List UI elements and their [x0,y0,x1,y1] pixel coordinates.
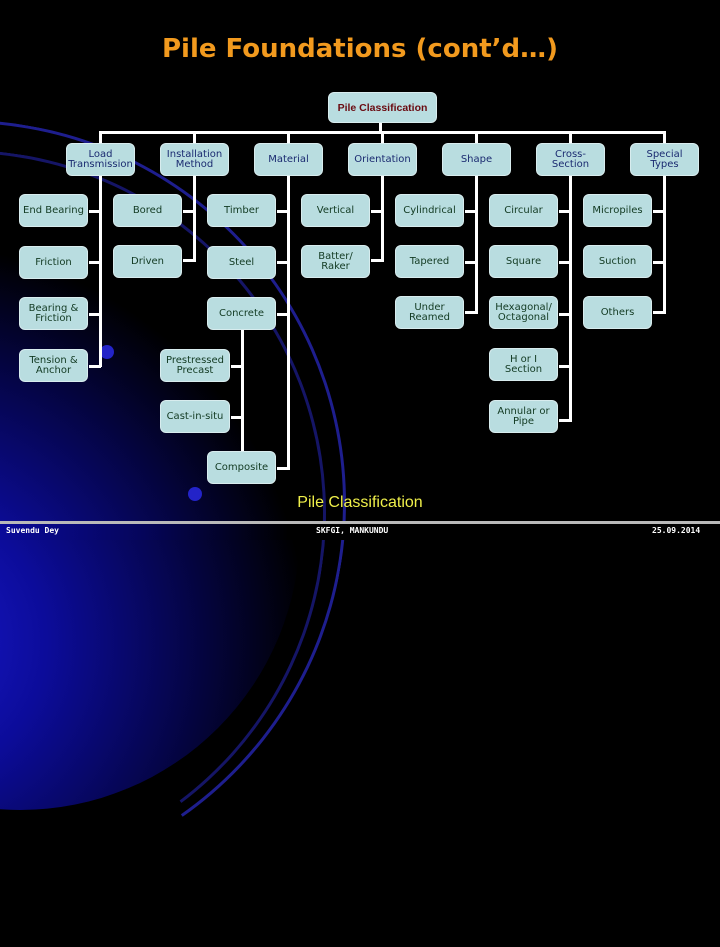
child-node: Hexagonal/ Octagonal [489,296,558,329]
connector-line [381,176,384,262]
connector-line [241,330,244,467]
child-node: Concrete [207,297,276,330]
connector-line [183,210,195,213]
child-node: Annular or Pipe [489,400,558,433]
connector-line [193,176,196,262]
child-node: H or I Section [489,348,558,381]
child-node: Driven [113,245,182,278]
category-node-cross-section: Cross-Section [536,143,605,176]
category-node-orientation: Orientation [348,143,417,176]
connector-line [559,210,571,213]
connector-line [193,131,196,143]
connector-line [99,131,102,143]
connector-line [559,261,571,264]
child-node: Tapered [395,245,464,278]
connector-line [663,176,666,314]
child-node: Friction [19,246,88,279]
footer-institution: SKFGI, MANKUNDU [316,526,389,535]
connector-line [89,261,101,264]
connector-line [89,210,101,213]
connector-line [371,210,383,213]
connector-line [99,176,102,367]
figure-caption: Pile Classification [297,494,423,511]
connector-line [371,259,383,262]
connector-line [231,416,243,419]
connector-line [653,261,665,264]
connector-line [653,311,665,314]
connector-line [277,261,289,264]
child-node: Steel [207,246,276,279]
child-node: Under Reamed [395,296,464,329]
child-node: Micropiles [583,194,652,227]
connector-line [231,365,243,368]
child-node: Bored [113,194,182,227]
connector-line [559,365,571,368]
child-node: End Bearing [19,194,88,227]
connector-line [465,210,477,213]
connector-line [287,176,290,470]
connector-line [381,131,384,143]
root-node: Pile Classification [328,92,437,123]
child-node: Batter/ Raker [301,245,370,278]
connector-line [277,210,289,213]
child-node: Cylindrical [395,194,464,227]
child-node: Others [583,296,652,329]
child-node: Circular [489,194,558,227]
child-node: Square [489,245,558,278]
connector-line [465,261,477,264]
child-node: Timber [207,194,276,227]
child-node: Tension & Anchor [19,349,88,382]
connector-line [559,313,571,316]
child-node: Bearing & Friction [19,297,88,330]
footer-author: Suvendu Dey [6,526,59,535]
connector-line [277,467,289,470]
child-node: Composite [207,451,276,484]
child-node: Vertical [301,194,370,227]
footer-date: 25.09.2014 [652,526,701,535]
child-node: Suction [583,245,652,278]
sub-node: Prestressed Precast [160,349,230,382]
category-node-material: Material [254,143,323,176]
connector-line [653,210,665,213]
slide-title: Pile Foundations (cont’d…) [161,34,559,64]
connector-line [287,131,290,143]
connector-line [465,311,477,314]
connector-line [569,131,572,143]
category-node-installation-method: Installation Method [160,143,229,176]
connector-line [663,131,666,143]
connector-line [89,365,101,368]
connector-line [475,176,478,314]
background-dot [100,345,114,359]
connector-line [183,259,195,262]
category-node-load-transmission: Load Transmission [66,143,135,176]
category-node-shape: Shape [442,143,511,176]
connector-line [475,131,478,143]
connector-line [559,419,571,422]
connector-line [277,313,289,316]
category-node-special-types: Special Types [630,143,699,176]
sub-node: Cast-in-situ [160,400,230,433]
connector-line [89,313,101,316]
